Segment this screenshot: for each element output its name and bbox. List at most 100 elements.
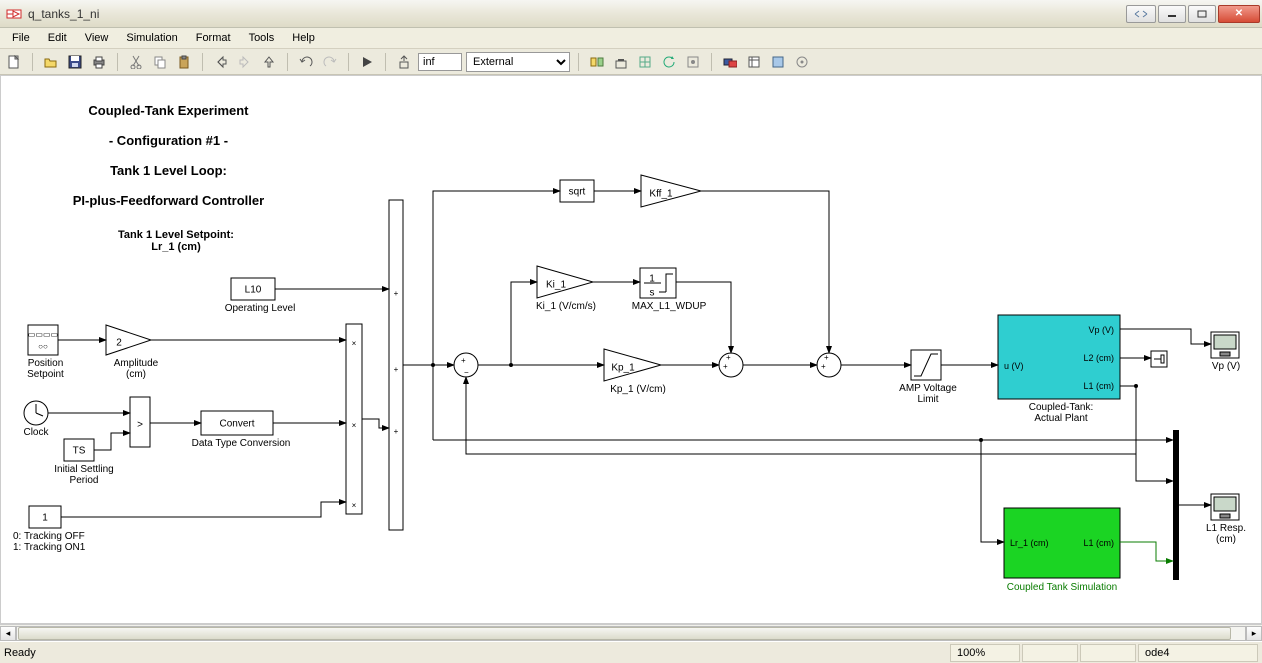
stop-time-input[interactable]: [418, 53, 462, 71]
menu-edit[interactable]: Edit: [40, 30, 75, 46]
redo-button[interactable]: [320, 52, 340, 72]
menubar: File Edit View Simulation Format Tools H…: [0, 28, 1262, 49]
sim-out-port-text: L1 (cm): [1083, 538, 1114, 548]
menu-format[interactable]: Format: [188, 30, 239, 46]
nav-back-button[interactable]: [211, 52, 231, 72]
ki-label: Ki_1 (V/cm/s): [521, 301, 611, 312]
status-cell-a: [1022, 644, 1078, 662]
status-ready: Ready: [4, 647, 36, 659]
window-title: q_tanks_1_ni: [28, 7, 1126, 21]
sqrt-block-text: sqrt: [569, 187, 586, 198]
status-cell-b: [1080, 644, 1136, 662]
incremental-build-button[interactable]: [611, 52, 631, 72]
svg-text:+: +: [824, 353, 829, 362]
connect-target-button[interactable]: [587, 52, 607, 72]
amplitude-label: Amplitude (cm): [106, 358, 166, 380]
build-button[interactable]: [394, 52, 414, 72]
open-button[interactable]: [41, 52, 61, 72]
titlebar-extra-button[interactable]: [1126, 5, 1156, 23]
scroll-right-button[interactable]: ▸: [1246, 626, 1262, 641]
setpoint-heading: Tank 1 Level Setpoint: Lr_1 (cm): [96, 229, 256, 253]
model-canvas[interactable]: Coupled-Tank Experiment - Configuration …: [0, 75, 1262, 624]
operating-level-label: Operating Level: [215, 303, 305, 314]
actual-plant-label: Coupled-Tank: Actual Plant: [1011, 402, 1111, 424]
l10-block-text: L10: [245, 285, 262, 296]
svg-text:×: ×: [352, 339, 357, 348]
tool-button-c[interactable]: [768, 52, 788, 72]
max-wdup-label: MAX_L1_WDUP: [619, 301, 719, 312]
toolbar: External: [0, 49, 1262, 75]
amp-limit-label: AMP Voltage Limit: [889, 383, 967, 405]
close-button[interactable]: ✕: [1218, 5, 1260, 23]
svg-text:>: >: [137, 420, 143, 431]
undo-button[interactable]: [296, 52, 316, 72]
svg-text:○○: ○○: [38, 342, 48, 351]
menu-help[interactable]: Help: [284, 30, 323, 46]
kp-label: Kp_1 (V/cm): [593, 384, 683, 395]
model-explorer-button[interactable]: [744, 52, 764, 72]
svg-text:×: ×: [352, 421, 357, 430]
one-block-text: 1: [42, 513, 48, 524]
status-zoom: 100%: [950, 644, 1020, 662]
menu-tools[interactable]: Tools: [241, 30, 283, 46]
sim-plant-label: Coupled Tank Simulation: [1007, 582, 1117, 593]
svg-text:×: ×: [352, 501, 357, 510]
svg-text:−: −: [464, 368, 469, 377]
scroll-left-button[interactable]: ◂: [0, 626, 16, 641]
svg-text:+: +: [461, 356, 466, 365]
run-button[interactable]: [357, 52, 377, 72]
tracking-label: 0: Tracking OFF 1: Tracking ON1: [13, 531, 113, 553]
svg-text:▭▭▭▭: ▭▭▭▭: [28, 330, 58, 339]
kp-gain-text: Kp_1: [611, 363, 635, 374]
menu-simulation[interactable]: Simulation: [118, 30, 185, 46]
svg-text:+: +: [726, 353, 731, 362]
minimize-button[interactable]: [1158, 5, 1186, 23]
ki-gain-text: Ki_1: [546, 280, 566, 291]
menu-file[interactable]: File: [4, 30, 38, 46]
kff-gain-text: Kff_1: [649, 189, 673, 200]
clock-label: Clock: [18, 427, 54, 438]
plant-l2-port-text: L2 (cm): [1083, 353, 1114, 363]
new-model-button[interactable]: [4, 52, 24, 72]
simulink-icon: [6, 6, 22, 22]
svg-text:s: s: [650, 288, 655, 299]
svg-text:+: +: [723, 362, 728, 371]
paste-button[interactable]: [174, 52, 194, 72]
copy-button[interactable]: [150, 52, 170, 72]
convert-block-text: Convert: [219, 419, 254, 430]
simulation-mode-select[interactable]: External: [466, 52, 570, 72]
data-type-conversion-label: Data Type Conversion: [186, 438, 296, 449]
svg-text:+: +: [394, 289, 399, 298]
l1-scope-label: L1 Resp. (cm): [1197, 523, 1255, 545]
status-solver: ode4: [1138, 644, 1258, 662]
nav-fwd-button[interactable]: [235, 52, 255, 72]
diagram-title: Coupled-Tank Experiment - Configuration …: [9, 88, 299, 223]
position-setpoint-label: Position Setpoint: [18, 358, 73, 380]
svg-text:+: +: [394, 365, 399, 374]
plant-vp-port-text: Vp (V): [1088, 325, 1114, 335]
titlebar: q_tanks_1_ni ✕: [0, 0, 1262, 28]
tool-button-d[interactable]: [792, 52, 812, 72]
nav-up-button[interactable]: [259, 52, 279, 72]
svg-text:1: 1: [649, 274, 655, 285]
vp-scope-label: Vp (V): [1201, 361, 1251, 372]
tool-button-a[interactable]: [635, 52, 655, 72]
statusbar: Ready 100% ode4: [0, 641, 1262, 663]
plant-u-port-text: u (V): [1004, 361, 1024, 371]
library-browser-button[interactable]: [720, 52, 740, 72]
plant-l1-port-text: L1 (cm): [1083, 381, 1114, 391]
refresh-button[interactable]: [659, 52, 679, 72]
scroll-track[interactable]: [16, 626, 1246, 641]
cut-button[interactable]: [126, 52, 146, 72]
horizontal-scrollbar[interactable]: ◂ ▸: [0, 624, 1262, 641]
save-button[interactable]: [65, 52, 85, 72]
tool-button-b[interactable]: [683, 52, 703, 72]
scroll-thumb[interactable]: [18, 627, 1231, 640]
maximize-button[interactable]: [1188, 5, 1216, 23]
menu-view[interactable]: View: [77, 30, 117, 46]
svg-text:+: +: [394, 427, 399, 436]
print-button[interactable]: [89, 52, 109, 72]
ts-block-text: TS: [73, 446, 86, 457]
amplitude-gain-text: 2: [116, 338, 122, 349]
svg-text:+: +: [821, 362, 826, 371]
